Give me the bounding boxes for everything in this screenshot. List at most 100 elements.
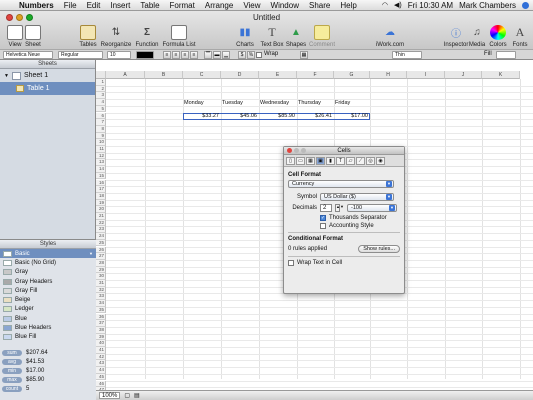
thousands-separator-checkbox[interactable]: ✓ (320, 215, 326, 221)
row-header[interactable]: 27 (96, 253, 106, 260)
row-header[interactable]: 2 (96, 85, 106, 93)
table-header-cell[interactable]: Friday (335, 100, 350, 106)
menu-file[interactable]: File (59, 1, 82, 10)
row-header[interactable]: 33 (96, 293, 106, 301)
row-header[interactable]: 13 (96, 159, 106, 167)
chart-tab-icon[interactable]: ▮ (326, 157, 335, 165)
row-header[interactable]: 28 (96, 259, 106, 267)
document-tab-icon[interactable]: ▯ (286, 157, 295, 165)
style-item[interactable]: Blue (0, 314, 96, 323)
style-item[interactable]: Basic (No Grid) (0, 258, 96, 267)
font-size-select[interactable]: 10 (107, 51, 131, 59)
row-header[interactable]: 25 (96, 239, 106, 247)
row-header[interactable]: 22 (96, 219, 106, 227)
row-header[interactable]: 12 (96, 152, 106, 160)
menu-view[interactable]: View (238, 1, 265, 10)
accounting-style-checkbox[interactable] (320, 223, 326, 229)
table-header-cell[interactable]: Thursday (298, 100, 321, 106)
column-header[interactable]: G (334, 71, 370, 79)
volume-icon[interactable]: ◀) (394, 1, 402, 9)
row-header[interactable]: 46 (96, 380, 106, 388)
table-cell[interactable]: $26.41 (297, 113, 332, 119)
table-cell[interactable]: $85.90 (259, 113, 295, 119)
menu-format[interactable]: Format (165, 1, 200, 10)
row-header[interactable]: 31 (96, 280, 106, 287)
reorganize-button[interactable]: ⇅ Reorganize (101, 25, 132, 48)
row-header[interactable]: 19 (96, 199, 106, 207)
align-right-icon[interactable]: ≡ (181, 51, 189, 59)
menu-numbers[interactable]: Numbers (14, 1, 59, 10)
row-header[interactable]: 45 (96, 373, 106, 381)
row-header[interactable]: 5 (96, 105, 106, 113)
quicktime-tab-icon[interactable]: ◉ (376, 157, 385, 165)
column-header[interactable]: D (221, 71, 259, 79)
sidebar-item-table[interactable]: Table 1 (0, 82, 95, 95)
sidebar-item-sheet[interactable]: ▼ Sheet 1 (0, 69, 95, 82)
fill-color-well[interactable] (496, 51, 516, 59)
graphic-tab-icon[interactable]: ▱ (346, 157, 355, 165)
currency-format-icon[interactable]: $ (238, 51, 246, 59)
align-justify-icon[interactable]: ≡ (190, 51, 198, 59)
text-color-well[interactable] (136, 51, 154, 59)
row-header[interactable]: 32 (96, 286, 106, 294)
row-header[interactable]: 21 (96, 213, 106, 220)
column-header[interactable]: E (259, 71, 297, 79)
table-header-cell[interactable]: Tuesday (222, 100, 243, 106)
clock[interactable]: Fri 10:30 AM (408, 1, 453, 10)
align-center-icon[interactable]: ≡ (172, 51, 180, 59)
menu-window[interactable]: Window (266, 1, 304, 10)
user-name[interactable]: Mark Chambers (459, 1, 516, 10)
row-header[interactable]: 35 (96, 306, 106, 314)
style-item[interactable]: Beige (0, 295, 96, 304)
page-view-icon[interactable]: ▢ (124, 392, 130, 399)
menu-help[interactable]: Help (335, 1, 361, 10)
row-header[interactable]: 20 (96, 206, 106, 213)
symbol-select[interactable]: US Dollar ($) ▼ (320, 193, 394, 201)
menu-edit[interactable]: Edit (82, 1, 106, 10)
column-header[interactable]: I (407, 71, 445, 79)
function-button[interactable]: Σ Function (132, 25, 162, 48)
align-left-icon[interactable]: ≡ (163, 51, 171, 59)
valign-top-icon[interactable]: ▔ (204, 51, 212, 59)
table-tab-icon[interactable]: ▦ (306, 157, 315, 165)
row-header[interactable]: 24 (96, 233, 106, 240)
inspector-minimize-button[interactable] (294, 148, 299, 153)
column-header[interactable]: A (106, 71, 145, 79)
text-tab-icon[interactable]: T (336, 157, 345, 165)
show-rules-button[interactable]: Show rules... (358, 245, 400, 253)
row-header[interactable]: 8 (96, 125, 106, 133)
row-header[interactable]: 42 (96, 353, 106, 361)
row-header[interactable]: 17 (96, 186, 106, 193)
row-header[interactable]: 11 (96, 146, 106, 153)
row-header[interactable]: 9 (96, 132, 106, 140)
row-header[interactable]: 40 (96, 340, 106, 347)
valign-bottom-icon[interactable]: ▁ (222, 51, 230, 59)
row-header[interactable]: 14 (96, 166, 106, 173)
zoom-select[interactable]: 100% (99, 392, 121, 399)
row-header[interactable]: 4 (96, 99, 106, 106)
row-header[interactable]: 16 (96, 179, 106, 187)
row-header[interactable]: 36 (96, 313, 106, 321)
row-header[interactable]: 10 (96, 139, 106, 146)
row-header[interactable]: 6 (96, 112, 106, 120)
row-header[interactable]: 18 (96, 192, 106, 200)
valign-middle-icon[interactable]: ▬ (213, 51, 221, 59)
column-header[interactable]: C (183, 71, 221, 79)
decimals-stepper[interactable]: ▲▼ (335, 204, 344, 212)
row-header[interactable]: 39 (96, 333, 106, 341)
style-item[interactable]: Blue Headers (0, 323, 96, 332)
borders-icon[interactable]: ▦ (300, 51, 308, 59)
row-header[interactable]: 29 (96, 266, 106, 274)
menu-share[interactable]: Share (304, 1, 335, 10)
inspector-zoom-button[interactable] (301, 148, 306, 153)
row-header[interactable]: 34 (96, 300, 106, 307)
column-header[interactable]: J (445, 71, 482, 79)
style-item[interactable]: Blue Fill (0, 333, 96, 342)
comment-button[interactable]: Comment (307, 25, 337, 48)
font-family-select[interactable]: Helvetica Neue (3, 51, 53, 59)
sheet-button[interactable]: Sheet (18, 25, 48, 48)
cell-format-select[interactable]: Currency ▼ (288, 180, 394, 188)
font-style-select[interactable]: Regular (58, 51, 103, 59)
fonts-button[interactable]: A Fonts (505, 25, 533, 48)
iwork-button[interactable]: ☁ iWork.com (375, 25, 405, 48)
